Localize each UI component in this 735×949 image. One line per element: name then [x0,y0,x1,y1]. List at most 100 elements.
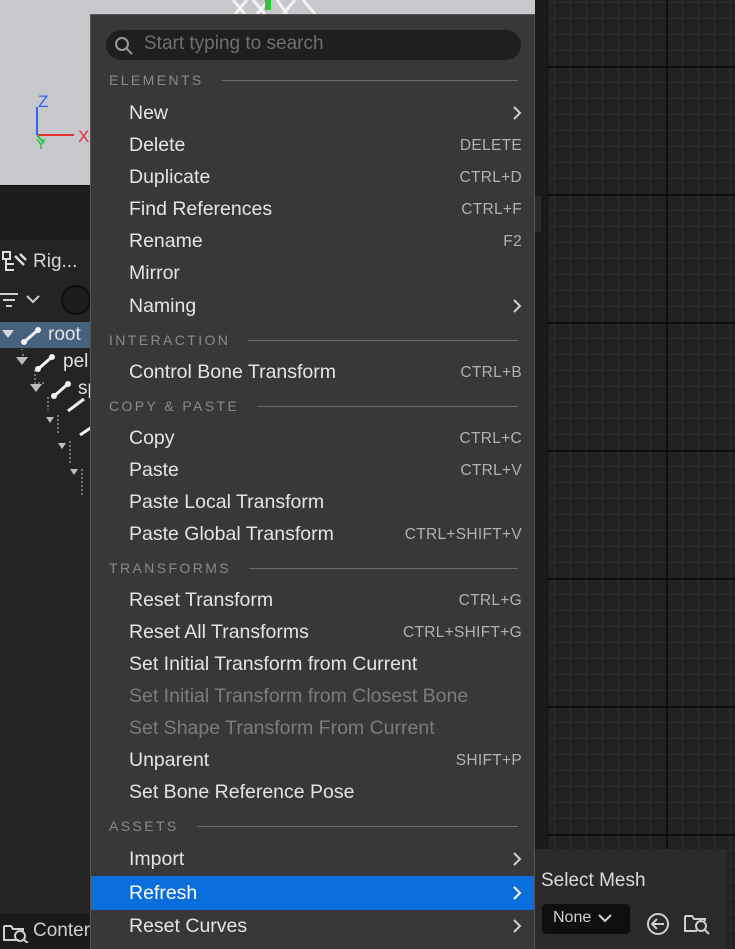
menu-item-label: Reset All Transforms [129,621,309,643]
expand-arrow-icon[interactable] [14,353,30,369]
menu-item-shortcut: CTRL+B [460,364,522,381]
section-title: INTERACTION [109,332,231,348]
panel-splitter[interactable] [535,0,547,949]
expand-arrow-icon[interactable] [0,326,16,342]
tree-item-root[interactable]: root [0,322,92,348]
select-mesh-panel: Select Mesh None [535,849,727,949]
use-selected-asset-icon[interactable] [645,911,671,937]
section-divider [257,405,518,407]
collapse-handle[interactable] [535,196,541,232]
section-assets: ASSETS [109,817,518,835]
submenu-arrow-icon [513,106,522,120]
browse-asset-icon[interactable] [683,911,711,935]
section-divider [196,825,518,827]
menu-item-set-bone-reference-pose[interactable]: Set Bone Reference Pose [91,776,534,808]
filter-icon[interactable] [0,292,20,308]
tree-item-label: pel [63,351,89,372]
menu-item-label: Refresh [129,882,198,904]
tree-item-pelvis[interactable]: pel [0,349,92,375]
bone-icon [21,327,41,345]
tab-content-browser[interactable]: Conter [0,914,92,949]
menu-item-label: Naming [129,295,197,317]
menu-item-label: Rename [129,230,203,252]
menu-item-label: Paste [129,459,179,481]
section-divider [221,79,518,81]
menu-search-box[interactable] [106,30,521,60]
menu-item-label: Unparent [129,749,210,771]
menu-search-input[interactable] [144,32,504,56]
menu-item-rename[interactable]: Rename F2 [91,225,534,257]
menu-item-label: Reset Transform [129,589,274,611]
menu-item-shortcut: F2 [503,233,522,250]
menu-item-label: Set Bone Reference Pose [129,781,355,803]
menu-item-label: Find References [129,198,273,220]
menu-item-label: Paste Global Transform [129,523,334,545]
menu-item-control-bone-transform[interactable]: Control Bone Transform CTRL+B [91,356,534,388]
menu-item-paste-local-transform[interactable]: Paste Local Transform [91,486,534,518]
menu-item-label: Set Initial Transform from Current [129,653,418,675]
menu-item-shortcut: CTRL+G [458,592,522,609]
menu-item-naming[interactable]: Naming [91,290,534,322]
submenu-arrow-icon [513,919,522,933]
menu-item-shortcut: CTRL+SHIFT+V [404,526,522,543]
bone-icon [51,381,71,399]
menu-item-label: Paste Local Transform [129,491,325,513]
tab-content-browser-label: Conter [33,920,91,941]
section-elements: ELEMENTS [109,71,518,89]
axis-y-label: Y [36,136,47,153]
mesh-select-dropdown[interactable]: None [542,904,630,934]
menu-item-label: Set Initial Transform from Closest Bone [129,685,469,707]
menu-item-new[interactable]: New [91,97,534,129]
mesh-select-value: None [553,909,592,926]
folder-search-icon [3,925,29,943]
menu-item-import[interactable]: Import [91,843,534,875]
menu-item-reset-all-transforms[interactable]: Reset All Transforms CTRL+SHIFT+G [91,616,534,648]
menu-item-find-references[interactable]: Find References CTRL+F [91,193,534,225]
menu-item-label: Set Shape Transform From Current [129,717,435,739]
menu-item-paste[interactable]: Paste CTRL+V [91,454,534,486]
menu-item-shortcut: CTRL+V [460,462,522,479]
tree-item-label: root [48,324,81,345]
tab-rig-hierarchy[interactable]: Rig... [0,242,92,278]
menu-item-refresh[interactable]: Refresh [91,876,534,910]
chevron-down-icon[interactable] [26,295,40,305]
menu-item-shortcut: DELETE [459,137,522,154]
menu-item-set-shape-from-current: Set Shape Transform From Current [91,712,534,744]
tree-item-spine[interactable]: sp [0,376,98,402]
menu-item-copy[interactable]: Copy CTRL+C [91,422,534,454]
submenu-arrow-icon [513,852,522,866]
select-mesh-title: Select Mesh [541,870,646,891]
section-title: ELEMENTS [109,72,204,88]
chevron-down-icon [598,914,612,923]
menu-item-duplicate[interactable]: Duplicate CTRL+D [91,161,534,193]
menu-item-label: Reset Curves [129,915,248,937]
menu-item-label: Copy [129,427,175,449]
menu-item-shortcut: CTRL+SHIFT+G [402,624,522,641]
outliner-search-icon[interactable] [61,285,91,315]
menu-item-label: Delete [129,134,186,156]
menu-item-label: Mirror [129,262,180,284]
menu-item-shortcut: CTRL+D [459,169,522,186]
menu-item-reset-transform[interactable]: Reset Transform CTRL+G [91,584,534,616]
menu-item-set-initial-from-current[interactable]: Set Initial Transform from Current [91,648,534,680]
menu-item-label: Control Bone Transform [129,361,337,383]
menu-item-label: Duplicate [129,166,211,188]
expand-arrow-icon[interactable] [28,380,44,396]
section-title: ASSETS [109,818,179,834]
menu-item-delete[interactable]: Delete DELETE [91,129,534,161]
menu-item-mirror[interactable]: Mirror [91,257,534,289]
section-interaction: INTERACTION [109,331,518,349]
bone-icon [35,354,55,372]
submenu-arrow-icon [513,886,522,900]
menu-item-reset-curves[interactable]: Reset Curves [91,910,534,942]
graph-grid-area[interactable] [548,0,735,949]
section-title: TRANSFORMS [109,560,231,576]
hierarchy-icon [2,251,27,271]
menu-item-unparent[interactable]: Unparent SHIFT+P [91,744,534,776]
menu-item-shortcut: CTRL+C [459,430,522,447]
menu-item-paste-global-transform[interactable]: Paste Global Transform CTRL+SHIFT+V [91,518,534,550]
section-divider [249,567,518,569]
section-transforms: TRANSFORMS [109,559,518,577]
menu-item-shortcut: SHIFT+P [455,752,522,769]
axis-x-label: X [78,127,90,146]
